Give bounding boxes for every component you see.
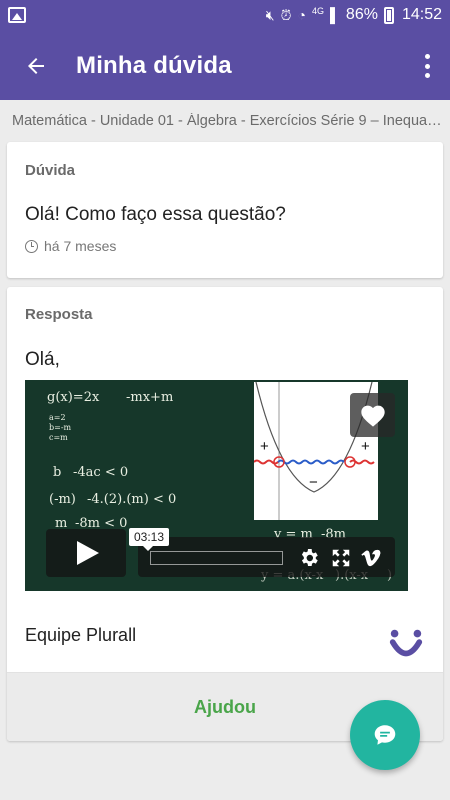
answer-label: Resposta bbox=[25, 306, 93, 323]
mute-icon: 🔇︎ bbox=[265, 6, 275, 23]
arrow-back-icon bbox=[28, 58, 44, 74]
answer-author: Equipe Plurall bbox=[25, 625, 137, 645]
more-options-button[interactable] bbox=[420, 50, 434, 82]
clock-icon bbox=[25, 239, 38, 253]
breadcrumb: Matemática - Unidade 01 - Álgebra - Exer… bbox=[12, 113, 444, 129]
chalk-line: g(x)=2x bbox=[47, 390, 100, 405]
settings-gear-icon[interactable] bbox=[298, 547, 320, 569]
graph-sign: − bbox=[309, 474, 318, 491]
answer-card: Resposta Olá, g(x)=2x -mx+m a=2 b=-m c=m… bbox=[7, 287, 443, 741]
chalk-small-line: b=-m bbox=[49, 423, 72, 432]
chalk-small-line: c=m bbox=[49, 433, 68, 442]
status-clock: 14:52 bbox=[401, 6, 442, 23]
answer-greeting: Olá, bbox=[25, 349, 60, 370]
wifi-icon: ◔ bbox=[297, 7, 306, 23]
graph-sign: + bbox=[361, 438, 370, 455]
fullscreen-icon[interactable] bbox=[330, 547, 352, 569]
question-text: Olá! Como faço essa questão? bbox=[25, 204, 286, 225]
play-button[interactable] bbox=[46, 529, 126, 577]
question-time: há 7 meses bbox=[25, 238, 116, 254]
video-controls bbox=[138, 537, 395, 577]
question-label: Dúvida bbox=[25, 162, 76, 179]
chat-fab-button[interactable] bbox=[350, 700, 420, 770]
like-video-button[interactable] bbox=[350, 393, 395, 437]
video-player[interactable]: g(x)=2x -mx+m a=2 b=-m c=m b -4ac < 0 (-… bbox=[25, 380, 408, 591]
chat-bubble-icon bbox=[374, 725, 396, 745]
heart-icon bbox=[360, 405, 385, 427]
chalk-small-line: a=2 bbox=[49, 413, 66, 422]
question-card: Dúvida Olá! Como faço essa questão? há 7… bbox=[7, 142, 443, 278]
chalk-line: -4ac < 0 bbox=[73, 465, 129, 480]
plurall-logo-icon bbox=[389, 629, 423, 657]
page-title: Minha dúvida bbox=[76, 52, 232, 79]
battery-percentage: 86% bbox=[345, 6, 378, 23]
status-icons: 🔇︎ ⏰︎ ◔ 4G ▌ 86% 14:52 bbox=[266, 6, 442, 24]
video-timestamp: 03:13 bbox=[129, 528, 170, 551]
chalk-line: b bbox=[53, 465, 62, 480]
battery-icon bbox=[383, 6, 394, 24]
status-bar: 🔇︎ ⏰︎ ◔ 4G ▌ 86% 14:52 bbox=[0, 0, 450, 32]
network-type: 4G bbox=[311, 6, 324, 16]
more-vert-icon bbox=[424, 54, 430, 59]
chalk-line: (-m) bbox=[49, 492, 76, 507]
gallery-notification-icon bbox=[8, 7, 26, 23]
alarm-icon: ⏰︎ bbox=[280, 6, 292, 23]
signal-icon: ▌ bbox=[330, 7, 340, 23]
video-progress-bar[interactable] bbox=[150, 551, 283, 565]
question-time-text: há 7 meses bbox=[44, 238, 117, 254]
app-bar: Minha dúvida bbox=[0, 32, 450, 100]
chalk-line: -mx+m bbox=[126, 390, 174, 405]
vimeo-logo-icon[interactable] bbox=[360, 547, 382, 569]
back-button[interactable] bbox=[18, 48, 54, 84]
chalk-line: -4.(2).(m) < 0 bbox=[87, 492, 177, 507]
graph-sign: + bbox=[260, 438, 269, 455]
